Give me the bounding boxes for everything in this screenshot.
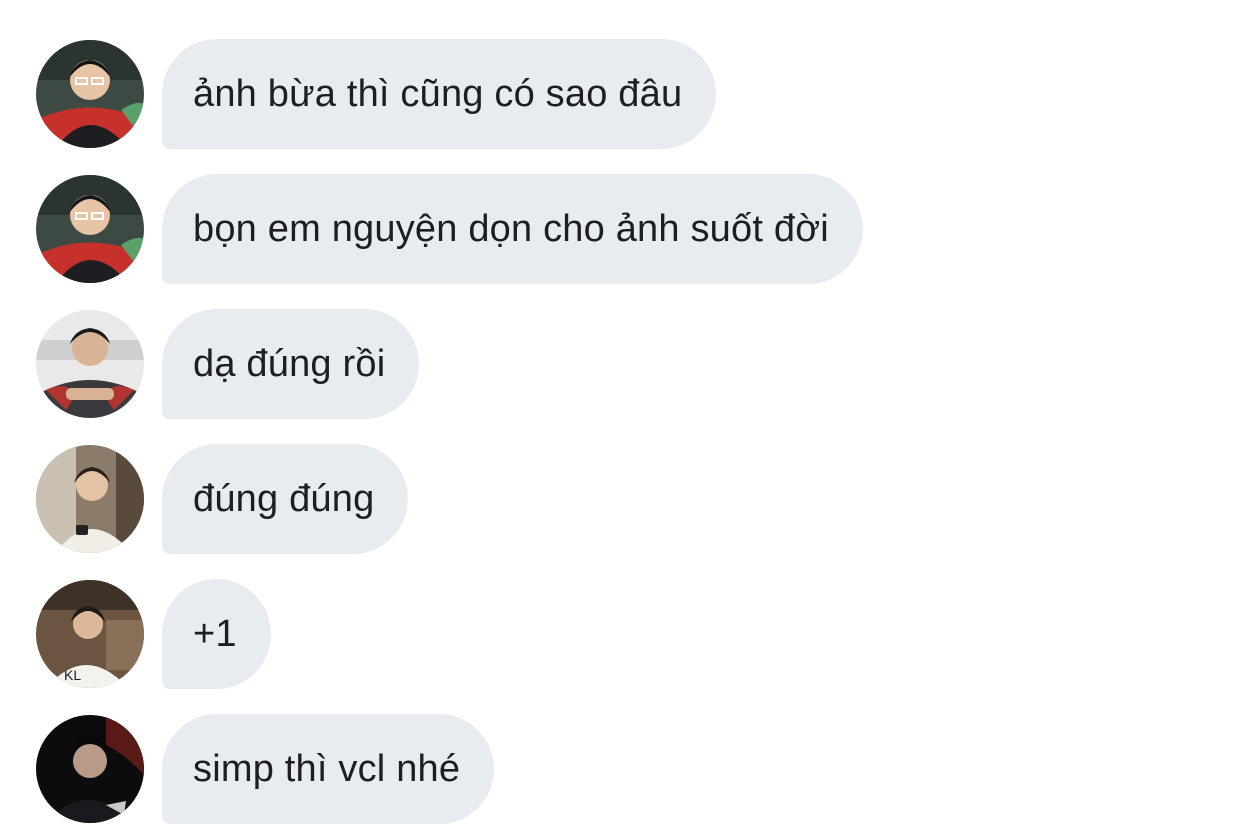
svg-text:KL: KL <box>64 667 81 683</box>
user-avatar-icon[interactable]: KL <box>36 580 144 688</box>
message-text: bọn em nguyện dọn cho ảnh suốt đời <box>193 207 829 250</box>
user-avatar-icon[interactable] <box>36 310 144 418</box>
message-bubble[interactable]: ảnh bừa thì cũng có sao đâu <box>162 39 717 149</box>
message-bubble[interactable]: +1 <box>162 579 271 689</box>
message-bubble[interactable]: dạ đúng rồi <box>162 309 420 419</box>
message-thread: ảnh bừa thì cũng có sao đâu bọn em nguyệ… <box>0 0 1242 834</box>
user-avatar-icon[interactable] <box>36 715 144 823</box>
message-row: ảnh bừa thì cũng có sao đâu <box>36 39 717 149</box>
message-bubble[interactable]: bọn em nguyện dọn cho ảnh suốt đời <box>162 174 863 284</box>
message-bubble[interactable]: đúng đúng <box>162 444 409 554</box>
message-bubble[interactable]: simp thì vcl nhé <box>162 714 495 824</box>
message-text: +1 <box>193 612 237 655</box>
user-avatar-icon[interactable] <box>36 175 144 283</box>
message-text: đúng đúng <box>193 477 375 520</box>
message-row: bọn em nguyện dọn cho ảnh suốt đời <box>36 174 863 284</box>
message-row: KL +1 <box>36 579 271 689</box>
message-text: simp thì vcl nhé <box>193 747 461 790</box>
message-row: simp thì vcl nhé <box>36 714 495 824</box>
message-text: ảnh bừa thì cũng có sao đâu <box>193 72 683 115</box>
user-avatar-icon[interactable] <box>36 40 144 148</box>
user-avatar-icon[interactable] <box>36 445 144 553</box>
message-row: dạ đúng rồi <box>36 309 420 419</box>
message-row: đúng đúng <box>36 444 409 554</box>
message-text: dạ đúng rồi <box>193 342 386 385</box>
